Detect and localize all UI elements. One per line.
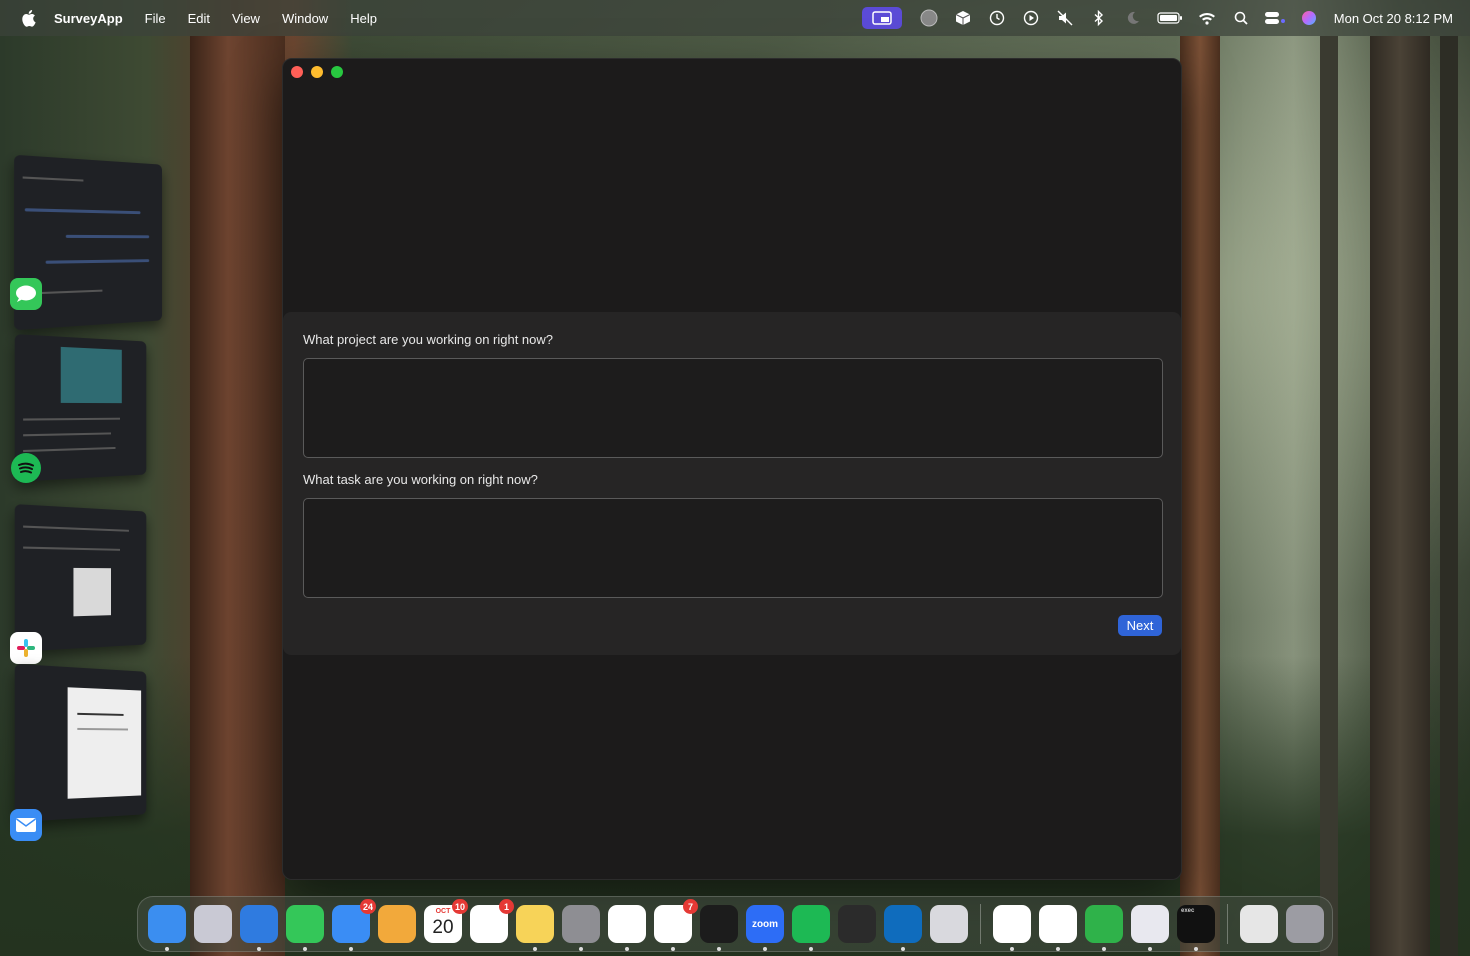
running-indicator xyxy=(165,947,169,951)
wallpaper-tree-trunk xyxy=(1320,36,1338,956)
survey-window: What project are you working on right no… xyxy=(282,58,1182,880)
dock-safari-icon[interactable] xyxy=(240,905,278,951)
control-center-icon[interactable] xyxy=(1264,7,1286,29)
menu-view[interactable]: View xyxy=(232,11,260,26)
running-indicator xyxy=(579,947,583,951)
menu-window[interactable]: Window xyxy=(282,11,328,26)
running-indicator xyxy=(257,947,261,951)
next-button[interactable]: Next xyxy=(1118,615,1162,636)
dock: 24 OCT 20 10 1 7 zoom exec xyxy=(137,896,1333,952)
running-indicator xyxy=(1010,947,1014,951)
zoom-window-button[interactable] xyxy=(331,66,343,78)
siri-icon[interactable] xyxy=(1298,7,1320,29)
dock-zotero-icon[interactable] xyxy=(1039,905,1077,951)
question-task-label: What task are you working on right now? xyxy=(303,472,538,487)
play-icon[interactable] xyxy=(1020,7,1042,29)
wallpaper-tree-trunk xyxy=(190,36,285,956)
apple-menu-icon[interactable] xyxy=(20,9,36,27)
dock-cursor-icon[interactable] xyxy=(838,905,876,943)
close-window-button[interactable] xyxy=(291,66,303,78)
wallpaper-tree-trunk xyxy=(1180,36,1220,956)
moon-icon[interactable] xyxy=(1122,7,1144,29)
dock-zoom-icon[interactable]: zoom xyxy=(746,905,784,951)
notification-badge: 10 xyxy=(451,899,468,914)
calendar-day-label: 20 xyxy=(432,917,454,938)
question-project-label: What project are you working on right no… xyxy=(303,332,554,347)
notification-badge: 7 xyxy=(683,899,698,914)
menu-help[interactable]: Help xyxy=(350,11,377,26)
dock-photos-icon[interactable] xyxy=(378,905,416,943)
dock-messages-icon[interactable] xyxy=(286,905,324,951)
dock-zoom-label: zoom xyxy=(751,918,779,930)
dock-downloads-stack-icon[interactable] xyxy=(1240,905,1278,943)
status-area: Mon Oct 20 8:12 PM xyxy=(850,0,1453,36)
box-icon[interactable] xyxy=(952,7,974,29)
notification-badge: 24 xyxy=(359,899,376,914)
dock-separator xyxy=(1227,904,1228,944)
battery-icon[interactable] xyxy=(1156,7,1184,29)
running-indicator xyxy=(533,947,537,951)
window-controls xyxy=(291,66,351,78)
time-machine-icon[interactable] xyxy=(986,7,1008,29)
dock-finder-icon[interactable] xyxy=(148,905,186,951)
running-indicator xyxy=(671,947,675,951)
notification-badge: 1 xyxy=(499,899,514,914)
menubar-clock[interactable]: Mon Oct 20 8:12 PM xyxy=(1334,11,1453,26)
wallpaper-tree-trunk xyxy=(1440,36,1458,956)
dock-slack-icon[interactable]: 7 xyxy=(654,899,698,951)
dock-reminders-icon[interactable]: 1 xyxy=(470,899,514,943)
dock-iphone-mirroring-icon[interactable] xyxy=(930,905,968,943)
stage-manager-thumbnail-mail[interactable] xyxy=(14,663,147,823)
project-answer-input[interactable] xyxy=(303,358,1163,458)
spotify-icon[interactable] xyxy=(11,453,41,483)
menu-app-name[interactable]: SurveyApp xyxy=(54,11,123,26)
dock-outlook-icon[interactable] xyxy=(884,905,922,951)
bluetooth-icon[interactable] xyxy=(1088,7,1110,29)
running-indicator xyxy=(349,947,353,951)
menu-edit[interactable]: Edit xyxy=(188,11,210,26)
running-indicator xyxy=(901,947,905,951)
dock-launchpad-icon[interactable] xyxy=(194,905,232,943)
running-indicator xyxy=(763,947,767,951)
task-answer-input[interactable] xyxy=(303,498,1163,598)
messages-icon[interactable] xyxy=(10,278,42,310)
wallpaper-tree-trunk xyxy=(1370,36,1430,956)
running-indicator xyxy=(1056,947,1060,951)
screen-share-icon[interactable] xyxy=(861,7,902,29)
wifi-icon[interactable] xyxy=(1196,7,1218,29)
menu-file[interactable]: File xyxy=(145,11,166,26)
dock-spotify-icon[interactable] xyxy=(792,905,830,951)
search-icon[interactable] xyxy=(1230,7,1252,29)
dock-mail-icon[interactable]: 24 xyxy=(332,899,376,951)
running-indicator xyxy=(1194,947,1198,951)
running-indicator xyxy=(1102,947,1106,951)
running-indicator xyxy=(1148,947,1152,951)
running-indicator xyxy=(303,947,307,951)
dock-numbers-icon[interactable] xyxy=(1085,905,1123,951)
dock-calendar-icon[interactable]: OCT 20 10 xyxy=(424,899,468,943)
dock-exec-icon[interactable]: exec xyxy=(1177,905,1215,951)
slack-icon[interactable] xyxy=(10,632,42,664)
mute-icon[interactable] xyxy=(1054,7,1076,29)
dock-keychain-icon[interactable] xyxy=(1131,905,1169,951)
running-indicator xyxy=(625,947,629,951)
dock-chrome-icon[interactable] xyxy=(993,905,1031,951)
dock-notes-icon[interactable] xyxy=(516,905,554,951)
dock-terminal-icon[interactable] xyxy=(700,905,738,951)
globe-icon[interactable] xyxy=(918,7,940,29)
dock-exec-label: exec xyxy=(1181,908,1195,914)
dock-trash-icon[interactable] xyxy=(1286,905,1324,943)
minimize-window-button[interactable] xyxy=(311,66,323,78)
mail-icon[interactable] xyxy=(10,809,42,841)
dock-chatgpt-icon[interactable] xyxy=(608,905,646,951)
dock-system-settings-icon[interactable] xyxy=(562,905,600,951)
running-indicator xyxy=(809,947,813,951)
menu-bar: SurveyApp File Edit View Window Help Mon… xyxy=(0,0,1470,36)
stage-manager-thumbnail-slack[interactable] xyxy=(14,504,147,652)
dock-separator xyxy=(980,904,981,944)
survey-form: What project are you working on right no… xyxy=(283,312,1181,655)
running-indicator xyxy=(717,947,721,951)
